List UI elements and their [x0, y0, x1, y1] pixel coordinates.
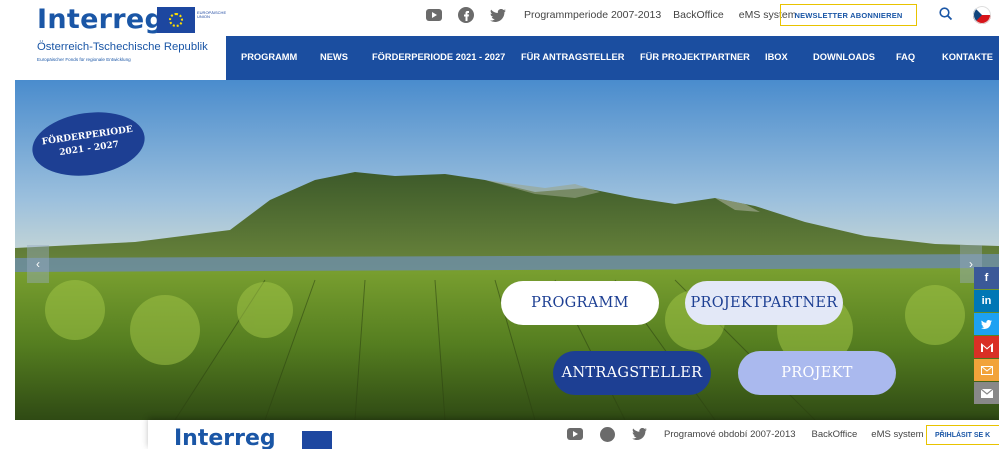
nav-item-kontakte[interactable]: KONTAKTE	[942, 52, 993, 62]
logo-subtitle: Österreich-Tschechische Republik	[37, 41, 208, 53]
nav-item-foerderperiode[interactable]: FÖRDERPERIODE 2021 - 2027	[372, 52, 505, 62]
secondary-facebook-icon[interactable]	[598, 425, 616, 443]
nav-item-antragsteller[interactable]: FÜR ANTRAGSTELLER	[521, 52, 624, 62]
link-backoffice[interactable]: BackOffice	[673, 9, 724, 21]
nav-item-projektpartner[interactable]: FÜR PROJEKTPARTNER	[640, 52, 750, 62]
secondary-eu-flag-icon	[302, 431, 332, 449]
facebook-icon[interactable]	[457, 6, 475, 24]
hero-button-projekt[interactable]: PROJEKT	[738, 351, 896, 395]
secondary-link-programove-obdobi[interactable]: Programové období 2007-2013	[664, 429, 796, 440]
czech-flag-icon[interactable]	[973, 6, 991, 24]
facebook-share-icon[interactable]: f	[974, 267, 999, 289]
interreg-logo[interactable]: Interreg EUROPÄISCHE UNION Österreich-Ts…	[37, 2, 226, 72]
nav-item-ibox[interactable]: IBOX	[765, 52, 788, 62]
hero-button-projektpartner[interactable]: PROJEKTPARTNER	[685, 281, 843, 325]
nav-item-programm[interactable]: PROGRAMM	[241, 52, 297, 62]
secondary-youtube-icon[interactable]	[566, 425, 584, 443]
nav-item-news[interactable]: NEWS	[320, 52, 348, 62]
hero-button-programm[interactable]: PROGRAMM	[501, 281, 659, 325]
secondary-link-ems-system[interactable]: eMS system	[871, 429, 923, 440]
search-icon[interactable]	[938, 6, 954, 22]
newsletter-subscribe-button[interactable]: NEWSLETTER ABONNIEREN	[780, 4, 917, 26]
logo-subtitle-small: Europäischer Fonds für regionale Entwick…	[37, 57, 131, 62]
top-utility-bar: Programmperiode 2007-2013 BackOffice eMS…	[425, 0, 797, 30]
secondary-logo-wordmark: Interreg	[174, 426, 276, 449]
secondary-login-button[interactable]: PŘIHLÁSIT SE K	[926, 425, 999, 445]
eu-flag-caption: EUROPÄISCHE UNION	[197, 10, 227, 19]
email-share-icon[interactable]	[974, 359, 999, 381]
link-programmperiode[interactable]: Programmperiode 2007-2013	[524, 9, 661, 21]
main-navigation: PROGRAMM NEWS FÖRDERPERIODE 2021 - 2027 …	[226, 36, 999, 80]
secondary-utility-links: Programové období 2007-2013 BackOffice e…	[566, 425, 924, 443]
gmail-share-icon[interactable]	[974, 336, 999, 358]
hero-button-antragsteller[interactable]: ANTRAGSTELLER	[553, 351, 711, 395]
mail-share-icon[interactable]	[974, 382, 999, 404]
secondary-header-strip: Interreg Programové období 2007-2013 Bac…	[148, 420, 999, 449]
nav-item-faq[interactable]: FAQ	[896, 52, 915, 62]
nav-item-downloads[interactable]: DOWNLOADS	[813, 52, 875, 62]
twitter-share-icon[interactable]	[974, 313, 999, 335]
eu-flag-icon	[157, 7, 195, 33]
youtube-icon[interactable]	[425, 6, 443, 24]
secondary-link-backoffice[interactable]: BackOffice	[812, 429, 858, 440]
logo-wordmark: Interreg	[37, 4, 165, 35]
twitter-icon[interactable]	[489, 6, 507, 24]
secondary-twitter-icon[interactable]	[630, 425, 648, 443]
slider-prev-arrow-icon[interactable]: ‹	[27, 245, 49, 283]
linkedin-share-icon[interactable]: in	[974, 290, 999, 312]
